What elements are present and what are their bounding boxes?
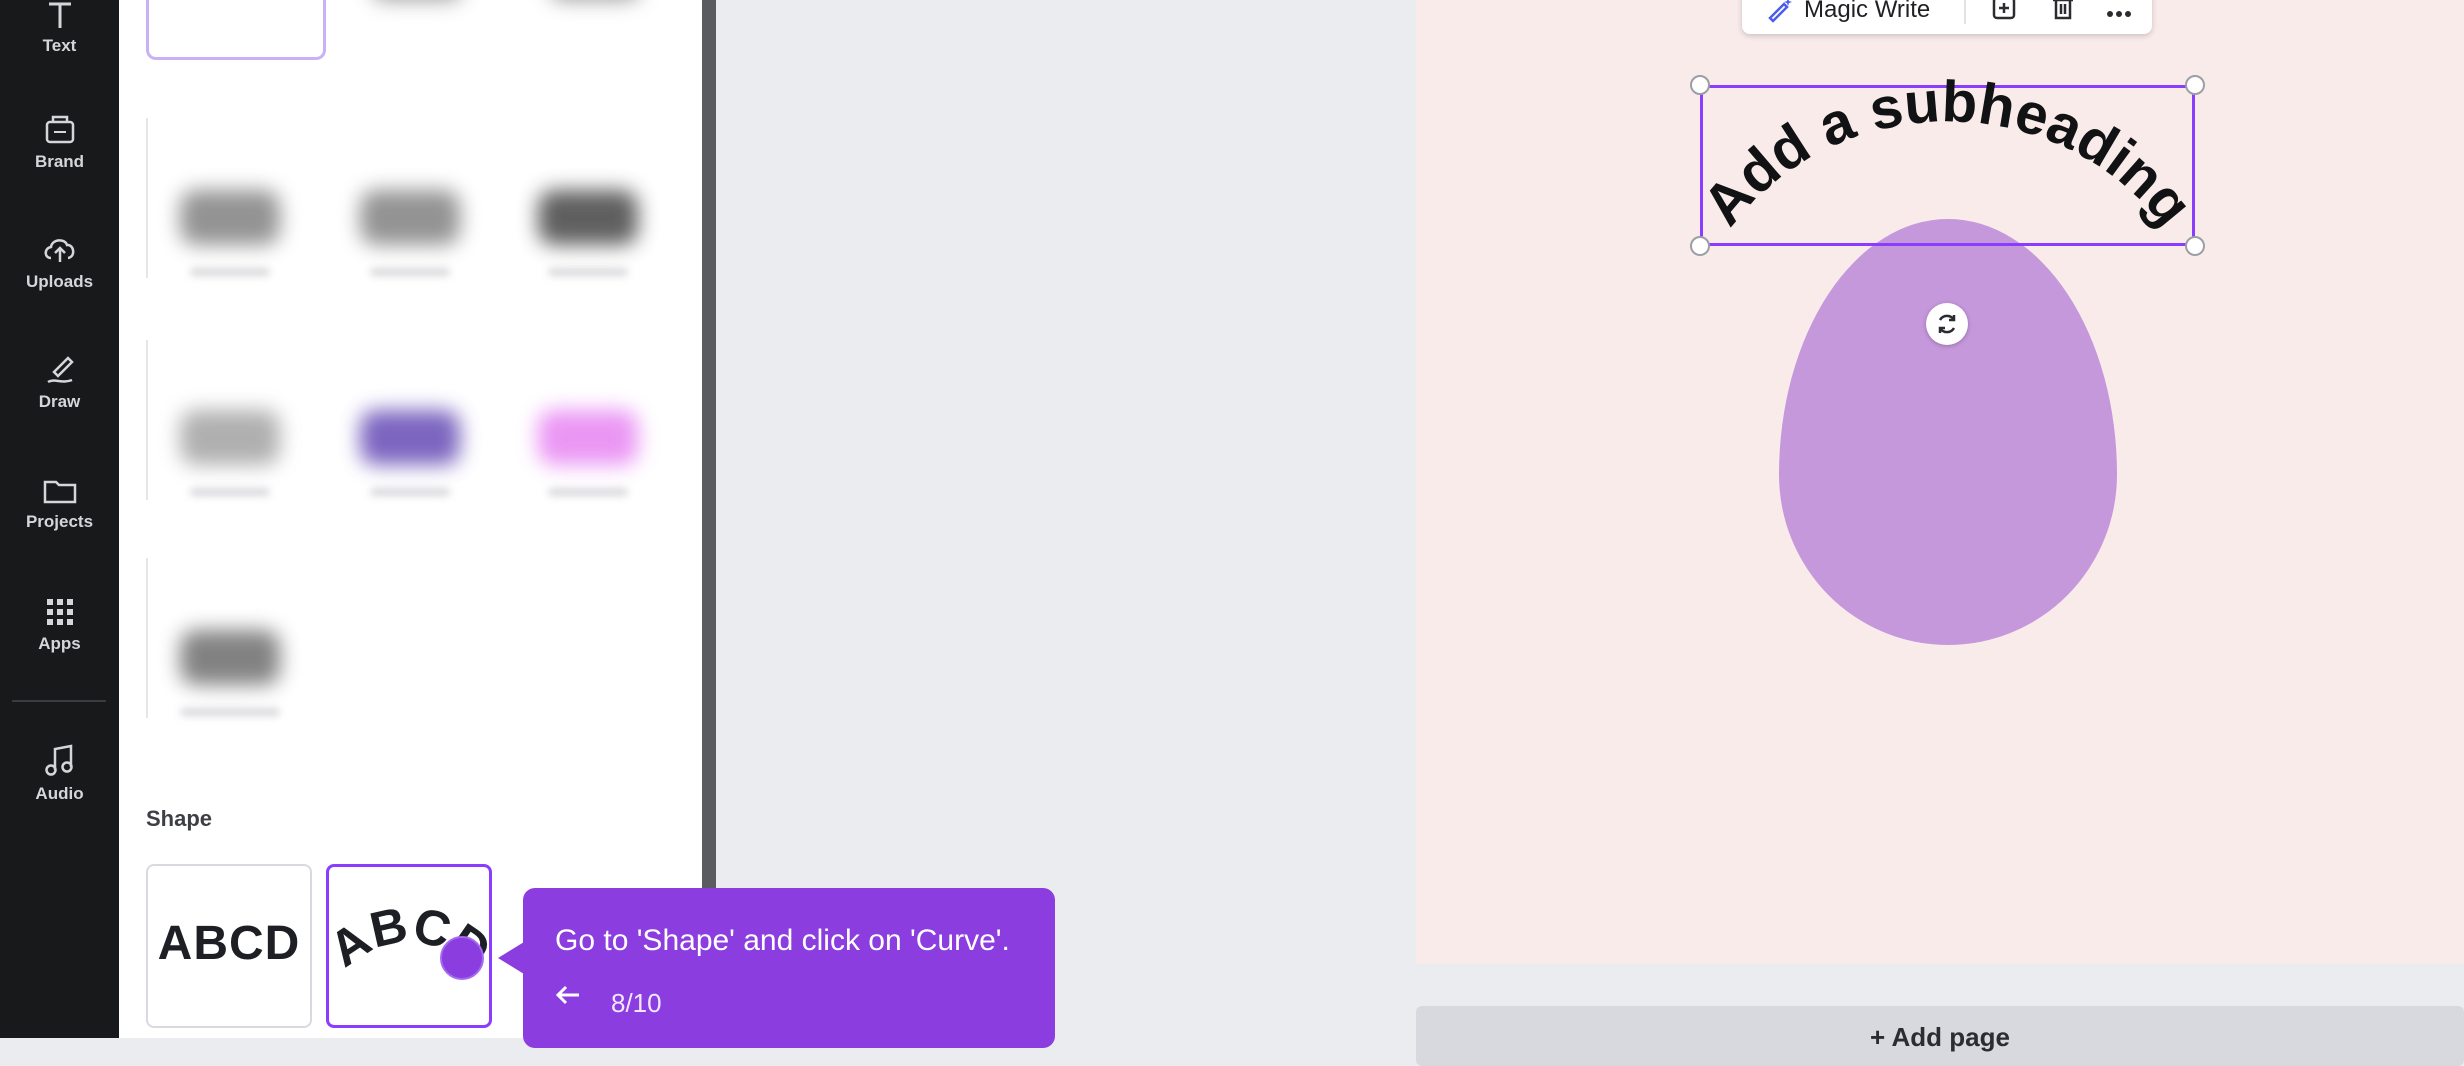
trash-icon[interactable]	[2046, 0, 2080, 24]
effect-preview	[180, 630, 280, 685]
effect-thumbnail[interactable]	[330, 150, 490, 310]
effect-caption	[548, 488, 628, 496]
sidebar-item-label: Draw	[38, 392, 81, 411]
effect-thumbnail[interactable]	[508, 370, 668, 530]
duplicate-icon[interactable]	[1988, 0, 2022, 24]
effect-caption	[548, 268, 628, 276]
toolbar-divider	[1964, 0, 1966, 24]
click-indicator-dot	[440, 936, 484, 980]
effect-thumbnail[interactable]	[508, 150, 668, 310]
magic-write-button[interactable]: Magic Write	[1804, 0, 1930, 24]
music-note-icon	[44, 744, 73, 776]
tooltip-arrow	[498, 942, 524, 974]
effect-caption	[370, 268, 450, 276]
panel-scrollbar[interactable]	[702, 0, 716, 1038]
shape-option-none[interactable]: ABCD	[146, 864, 312, 1028]
rotate-handle[interactable]	[1926, 303, 1968, 345]
more-options-icon[interactable]	[2102, 0, 2136, 24]
effect-preview	[538, 410, 638, 465]
card-edge	[146, 558, 148, 718]
effect-preview	[538, 190, 638, 245]
effect-preview	[180, 410, 280, 465]
sidebar-item-label: Apps	[38, 634, 81, 653]
sidebar-item-label: Projects	[25, 512, 94, 531]
sidebar-item-text[interactable]: Text	[0, 0, 119, 100]
effect-thumbnail[interactable]	[150, 590, 310, 750]
guide-tooltip: Go to 'Shape' and click on 'Curve'. 8/10	[523, 888, 1055, 1048]
magic-pen-icon	[1768, 0, 1792, 23]
text-icon	[48, 2, 71, 28]
effect-caption	[180, 708, 280, 716]
effect-card-selected[interactable]	[146, 0, 326, 60]
arrow-left-icon	[555, 985, 579, 1005]
card-edge	[146, 118, 148, 278]
sidebar-divider	[12, 700, 106, 702]
shape-section-title: Shape	[146, 806, 213, 831]
cloud-upload-icon	[44, 239, 74, 262]
tooltip-text: Go to 'Shape' and click on 'Curve'.	[555, 924, 1010, 957]
rotate-icon	[1938, 314, 1956, 334]
shape-option-label: ABCD	[157, 917, 301, 970]
sidebar-item-audio[interactable]: Audio	[0, 742, 119, 842]
grid-icon	[46, 599, 73, 625]
effect-preview	[360, 190, 460, 245]
curved-text: Add a subheading	[1700, 70, 2195, 237]
sidebar-item-uploads[interactable]: Uploads	[0, 232, 119, 332]
folder-icon	[43, 480, 76, 504]
effect-thumbnail[interactable]	[150, 150, 310, 310]
left-sidebar: Text Brand Uploads Draw Projects Apps Au…	[0, 0, 119, 1038]
effect-thumbnail[interactable]	[352, 0, 482, 30]
floating-toolbar: Magic Write	[1742, 0, 2152, 34]
brand-icon	[45, 115, 74, 144]
card-edge	[146, 340, 148, 500]
sidebar-item-draw[interactable]: Draw	[0, 352, 119, 452]
svg-text:Add a subheading: Add a subheading	[1700, 70, 2195, 237]
effect-caption	[370, 488, 450, 496]
effect-thumbnail[interactable]	[530, 0, 660, 30]
effect-caption	[190, 268, 270, 276]
effect-thumbnail[interactable]	[150, 370, 310, 530]
sidebar-item-projects[interactable]: Projects	[0, 474, 119, 574]
pen-icon	[46, 356, 74, 384]
effect-preview	[180, 190, 280, 245]
sidebar-item-label: Brand	[34, 152, 85, 171]
sidebar-item-label: Text	[42, 36, 77, 55]
sidebar-item-label: Uploads	[25, 272, 94, 291]
effect-caption	[190, 488, 270, 496]
curved-text-element[interactable]: Add a subheading	[1700, 70, 2195, 260]
sidebar-item-apps[interactable]: Apps	[0, 596, 119, 696]
add-page-button[interactable]: + Add page	[1416, 1006, 2464, 1066]
back-button[interactable]	[553, 980, 583, 1018]
tooltip-step-counter: 8/10	[611, 988, 662, 1018]
sidebar-item-label: Audio	[35, 784, 84, 803]
sidebar-item-brand[interactable]: Brand	[0, 112, 119, 212]
effect-thumbnail[interactable]	[330, 370, 490, 530]
effect-preview	[360, 410, 460, 465]
